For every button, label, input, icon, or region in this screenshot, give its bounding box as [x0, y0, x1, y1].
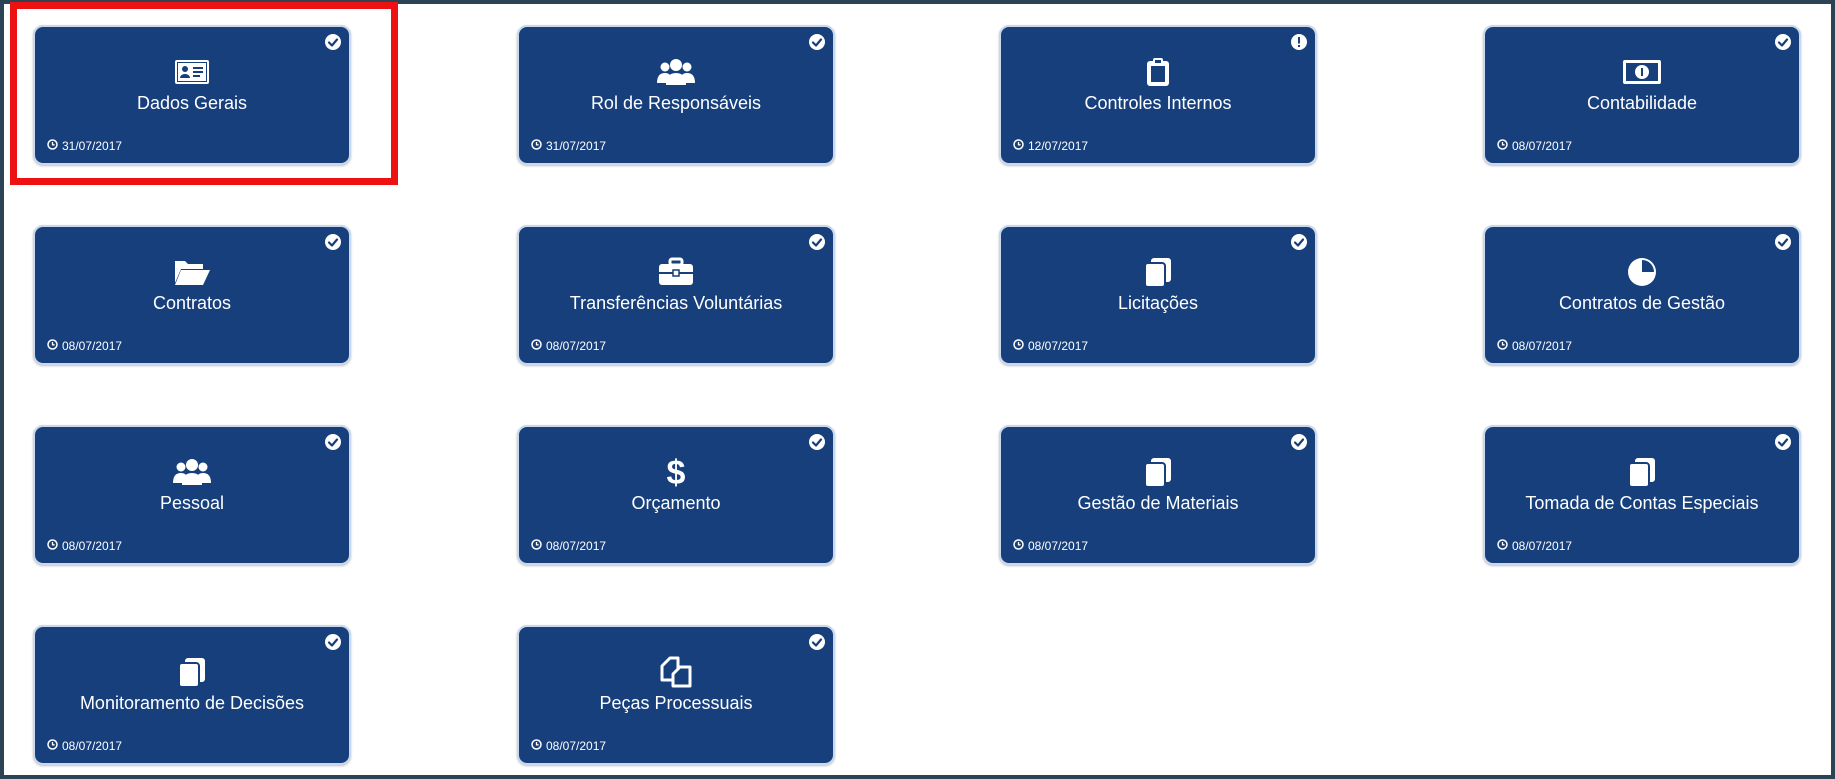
card-title: Licitações: [1117, 293, 1199, 313]
check-circle-icon: [1775, 34, 1791, 50]
check-circle-icon: [809, 234, 825, 250]
briefcase-icon: [519, 257, 833, 287]
check-circle-icon: [325, 634, 341, 650]
clock-icon: [47, 139, 58, 153]
clock-icon: [531, 739, 542, 753]
check-circle-icon: [1291, 434, 1307, 450]
card-date-text: 08/07/2017: [1512, 339, 1573, 353]
card-date-text: 31/07/2017: [546, 139, 607, 153]
copy-icon: [1485, 457, 1799, 488]
clock-icon: [1497, 539, 1508, 553]
clock-icon: [47, 339, 58, 353]
card-title: Peças Processuais: [599, 693, 753, 713]
card-title: Orçamento: [631, 493, 721, 513]
card-date-text: 08/07/2017: [62, 539, 123, 553]
card-date-text: 12/07/2017: [1028, 139, 1089, 153]
copy-icon: [1001, 457, 1315, 488]
card-title: Controles Internos: [1084, 93, 1232, 113]
card-date: 08/07/2017: [1497, 339, 1572, 353]
card-title: Dados Gerais: [136, 93, 248, 113]
alert-icon: [1291, 34, 1307, 50]
card-date: 08/07/2017: [1013, 339, 1088, 353]
card-title: Contratos: [152, 293, 232, 313]
card-date-text: 31/07/2017: [62, 139, 123, 153]
clock-icon: [1013, 539, 1024, 553]
copy-icon: [1001, 257, 1315, 288]
card-licitacoes[interactable]: Licitações 08/07/2017: [999, 225, 1317, 365]
card-date: 31/07/2017: [531, 139, 606, 153]
card-date-text: 08/07/2017: [546, 539, 607, 553]
check-circle-icon: [809, 634, 825, 650]
card-contabilidade[interactable]: Contabilidade 08/07/2017: [1483, 25, 1801, 165]
card-date-text: 08/07/2017: [1512, 539, 1573, 553]
card-title: Tomada de Contas Especiais: [1525, 493, 1759, 513]
card-title: Transferências Voluntárias: [569, 293, 783, 313]
check-circle-icon: [325, 234, 341, 250]
card-tomada-de-contas-especiais[interactable]: Tomada de Contas Especiais 08/07/2017: [1483, 425, 1801, 565]
clock-icon: [531, 539, 542, 553]
pie-chart-icon: [1485, 257, 1799, 287]
card-title: Contratos de Gestão: [1558, 293, 1726, 313]
card-pecas-processuais[interactable]: Peças Processuais 08/07/2017: [517, 625, 835, 765]
card-title: Contabilidade: [1586, 93, 1698, 113]
card-transferencias-voluntarias[interactable]: Transferências Voluntárias 08/07/2017: [517, 225, 835, 365]
check-circle-icon: [1775, 434, 1791, 450]
card-date-text: 08/07/2017: [546, 339, 607, 353]
card-date: 08/07/2017: [1497, 139, 1572, 153]
check-circle-icon: [1291, 234, 1307, 250]
clock-icon: [531, 339, 542, 353]
card-date-text: 08/07/2017: [62, 339, 123, 353]
check-circle-icon: [809, 434, 825, 450]
card-date-text: 08/07/2017: [1512, 139, 1573, 153]
card-controles-internos[interactable]: Controles Internos 12/07/2017: [999, 25, 1317, 165]
card-date-text: 08/07/2017: [1028, 339, 1089, 353]
card-date-text: 08/07/2017: [546, 739, 607, 753]
card-date: 31/07/2017: [47, 139, 122, 153]
money-icon: [1485, 57, 1799, 87]
card-date: 08/07/2017: [531, 539, 606, 553]
clock-icon: [47, 539, 58, 553]
card-title: Pessoal: [159, 493, 225, 513]
card-pessoal[interactable]: Pessoal 08/07/2017: [33, 425, 351, 565]
check-circle-icon: [1775, 234, 1791, 250]
check-circle-icon: [809, 34, 825, 50]
clock-icon: [1013, 339, 1024, 353]
card-orcamento[interactable]: $ Orçamento 08/07/2017: [517, 425, 835, 565]
card-contratos[interactable]: Contratos 08/07/2017: [33, 225, 351, 365]
card-gestao-de-materiais[interactable]: Gestão de Materiais 08/07/2017: [999, 425, 1317, 565]
card-date-text: 08/07/2017: [62, 739, 123, 753]
card-date: 08/07/2017: [531, 339, 606, 353]
card-title: Rol de Responsáveis: [590, 93, 762, 113]
card-date: 08/07/2017: [1497, 539, 1572, 553]
card-date: 08/07/2017: [47, 739, 122, 753]
dollar-icon: $: [519, 455, 833, 489]
clipboard-icon: [1001, 57, 1315, 87]
files-icon: [519, 656, 833, 688]
card-date: 12/07/2017: [1013, 139, 1088, 153]
card-date: 08/07/2017: [531, 739, 606, 753]
clock-icon: [47, 739, 58, 753]
card-date: 08/07/2017: [47, 539, 122, 553]
card-title: Monitoramento de Decisões: [79, 693, 305, 713]
clock-icon: [1497, 339, 1508, 353]
check-circle-icon: [325, 434, 341, 450]
card-date: 08/07/2017: [47, 339, 122, 353]
clock-icon: [1013, 139, 1024, 153]
users-icon: [35, 457, 349, 487]
users-icon: [519, 57, 833, 87]
clock-icon: [1497, 139, 1508, 153]
card-monitoramento-de-decisoes[interactable]: Monitoramento de Decisões 08/07/2017: [33, 625, 351, 765]
card-dados-gerais[interactable]: Dados Gerais 31/07/2017: [33, 25, 351, 165]
check-circle-icon: [325, 34, 341, 50]
card-contratos-de-gestao[interactable]: Contratos de Gestão 08/07/2017: [1483, 225, 1801, 365]
card-title: Gestão de Materiais: [1077, 493, 1239, 513]
svg-text:$: $: [667, 455, 686, 489]
card-rol-de-responsaveis[interactable]: Rol de Responsáveis 31/07/2017: [517, 25, 835, 165]
clock-icon: [531, 139, 542, 153]
id-card-icon: [35, 57, 349, 87]
copy-icon: [35, 657, 349, 688]
card-date: 08/07/2017: [1013, 539, 1088, 553]
card-date-text: 08/07/2017: [1028, 539, 1089, 553]
folder-open-icon: [35, 257, 349, 287]
